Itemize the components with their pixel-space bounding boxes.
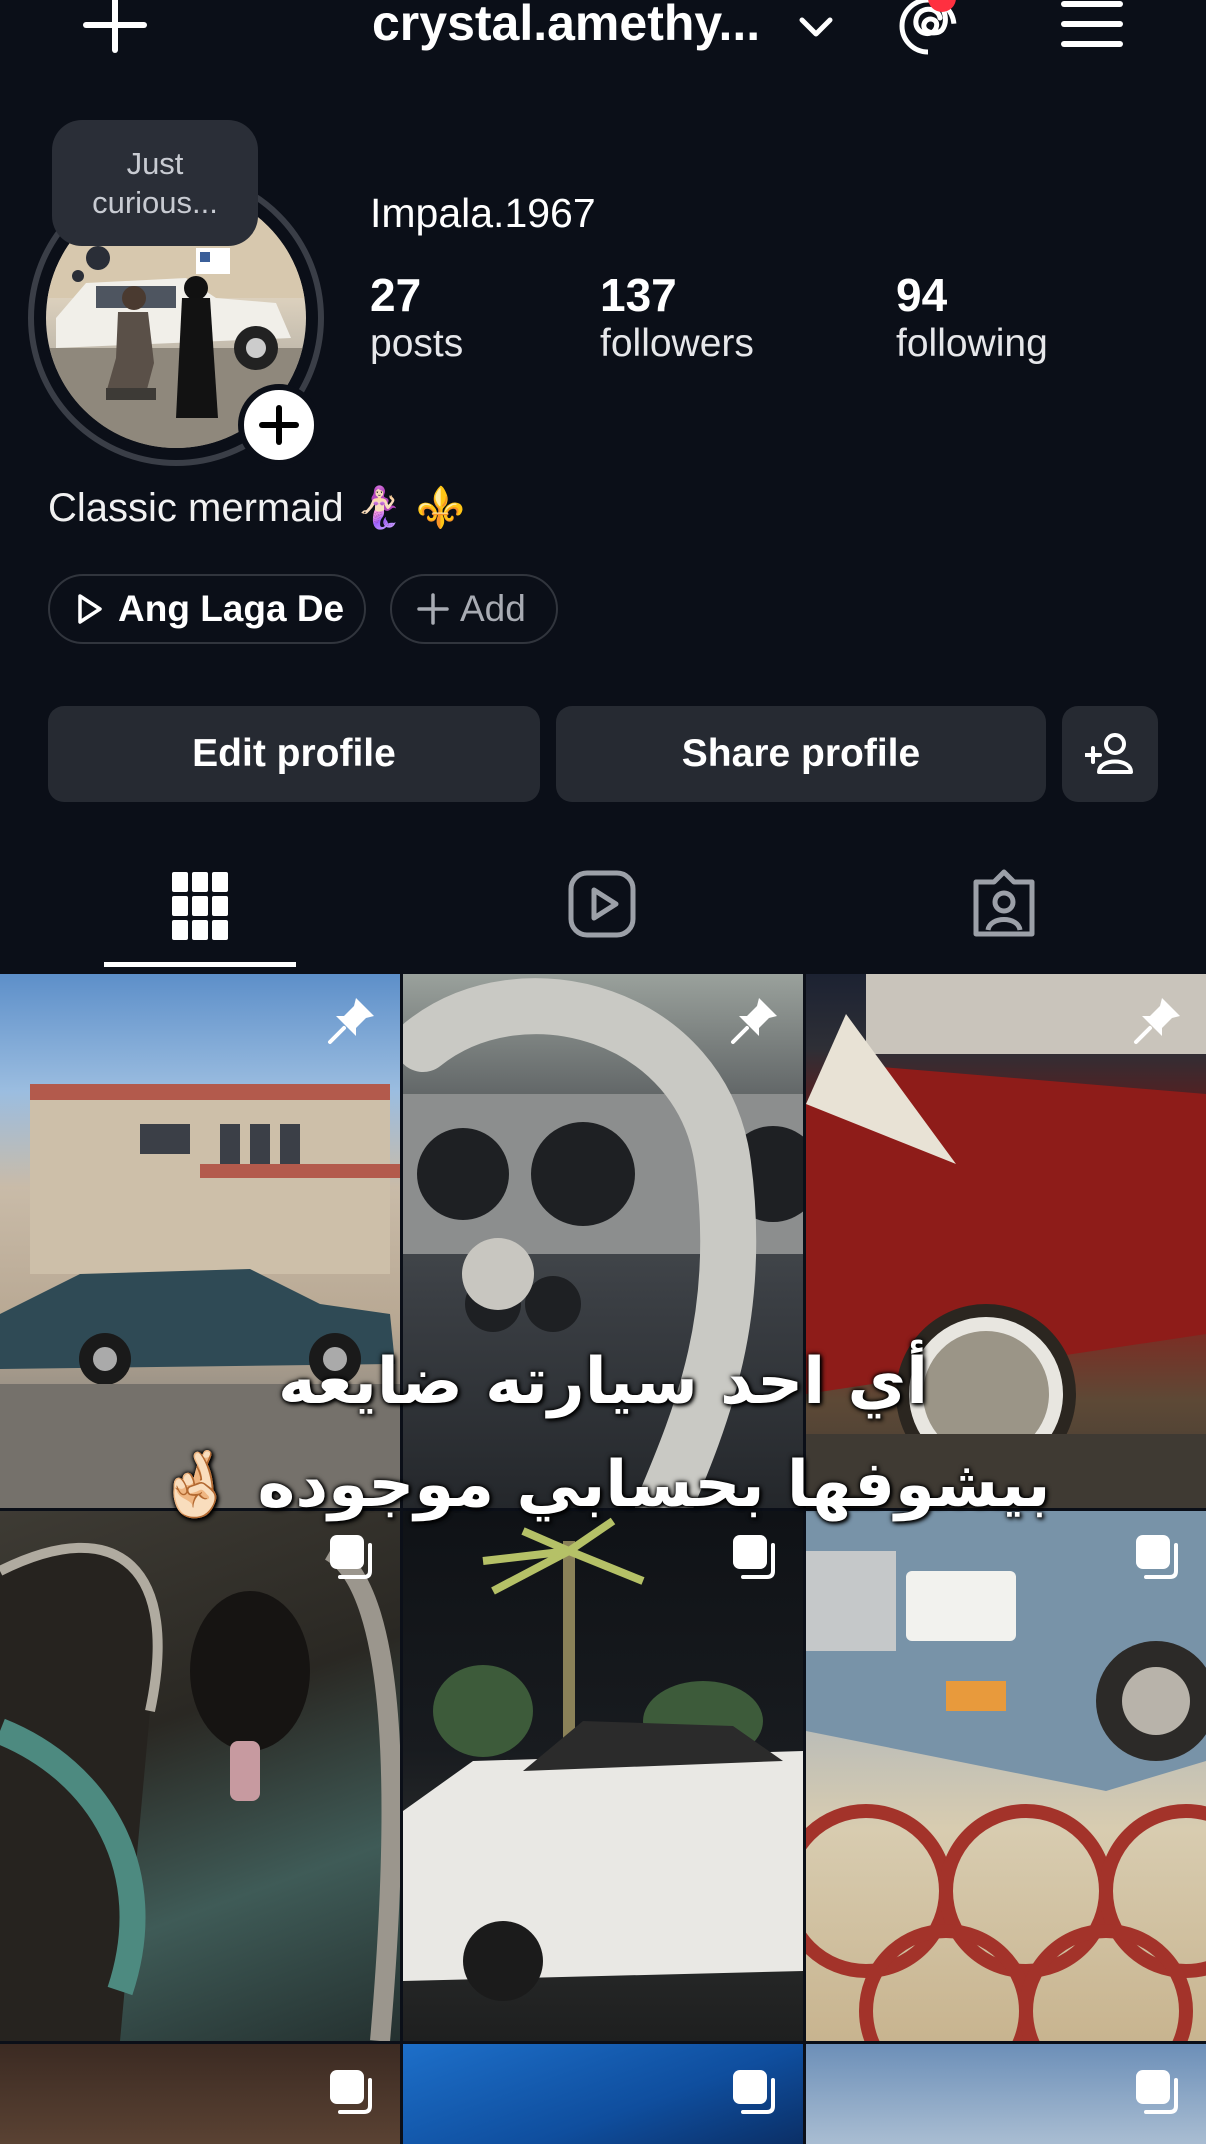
share-profile-button[interactable]: Share profile	[556, 706, 1046, 802]
threads-icon[interactable]	[896, 0, 960, 58]
discover-people-button[interactable]	[1062, 706, 1158, 802]
tagged-icon[interactable]	[970, 868, 1038, 938]
note-tail	[86, 246, 110, 270]
post-thumbnail[interactable]	[806, 1511, 1206, 2041]
plus-icon[interactable]	[80, 0, 150, 60]
profile-tabs	[0, 860, 1206, 970]
stat-following[interactable]: 94 following	[896, 268, 1048, 366]
carousel-icon	[330, 2070, 372, 2114]
carousel-icon	[330, 1535, 372, 1579]
account-switcher-title[interactable]: crystal.amethy...	[372, 0, 760, 52]
music-chip-label: Ang Laga De	[118, 588, 345, 629]
overlay-caption-line-2: بيشوفها بحسابي موجوده 🤞🏻	[155, 1448, 1051, 1522]
carousel-icon	[733, 2070, 775, 2114]
pin-icon	[328, 998, 374, 1044]
menu-icon[interactable]	[1060, 0, 1124, 56]
posts-label: posts	[370, 322, 464, 365]
note-bubble[interactable]: Just curious...	[52, 120, 258, 246]
post-thumbnail[interactable]	[403, 1511, 803, 2041]
edit-profile-button[interactable]: Edit profile	[48, 706, 540, 802]
posts-count: 27	[370, 269, 422, 321]
music-chip[interactable]: Ang Laga De	[48, 574, 366, 644]
carousel-icon	[733, 1535, 775, 1579]
post-thumbnail[interactable]	[806, 2044, 1206, 2144]
following-count: 94	[896, 269, 948, 321]
followers-label: followers	[600, 322, 754, 365]
active-tab-indicator	[104, 962, 296, 967]
plus-icon	[417, 593, 449, 625]
add-chip[interactable]: Add	[390, 574, 558, 644]
profile-screen: crystal.amethy... Just curious... Impala…	[0, 0, 1206, 2144]
overlay-caption-line-1: أي احد سيارته ضايعه	[277, 1345, 929, 1419]
pin-icon	[1134, 998, 1180, 1044]
following-label: following	[896, 322, 1048, 365]
play-icon	[78, 594, 102, 624]
stat-followers[interactable]: 137 followers	[600, 268, 754, 366]
reels-icon[interactable]	[568, 870, 636, 938]
add-person-icon	[1085, 733, 1133, 774]
carousel-icon	[1136, 1535, 1178, 1579]
post-thumbnail[interactable]	[0, 1511, 400, 2041]
post-thumbnail[interactable]	[806, 974, 1206, 1508]
add-chip-label: Add	[460, 588, 526, 629]
stat-posts[interactable]: 27 posts	[370, 268, 463, 366]
post-thumbnail[interactable]	[403, 2044, 803, 2144]
profile-name: Impala.1967	[370, 190, 596, 236]
pin-icon	[731, 998, 777, 1044]
plus-icon	[259, 405, 299, 445]
add-story-button[interactable]	[238, 384, 320, 466]
post-thumbnail[interactable]	[0, 974, 400, 1508]
followers-count: 137	[600, 269, 677, 321]
top-bar: crystal.amethy...	[0, 0, 1206, 70]
carousel-icon	[1136, 2070, 1178, 2114]
bio-text: Classic mermaid 🧜🏻‍♀️ ⚜️	[48, 486, 466, 530]
post-thumbnail[interactable]	[0, 2044, 400, 2144]
chevron-down-icon[interactable]	[796, 8, 836, 48]
note-tail-small	[72, 270, 84, 282]
note-text: Just curious...	[92, 146, 218, 220]
post-thumbnail[interactable]	[403, 974, 803, 1508]
grid-icon[interactable]	[172, 872, 228, 940]
